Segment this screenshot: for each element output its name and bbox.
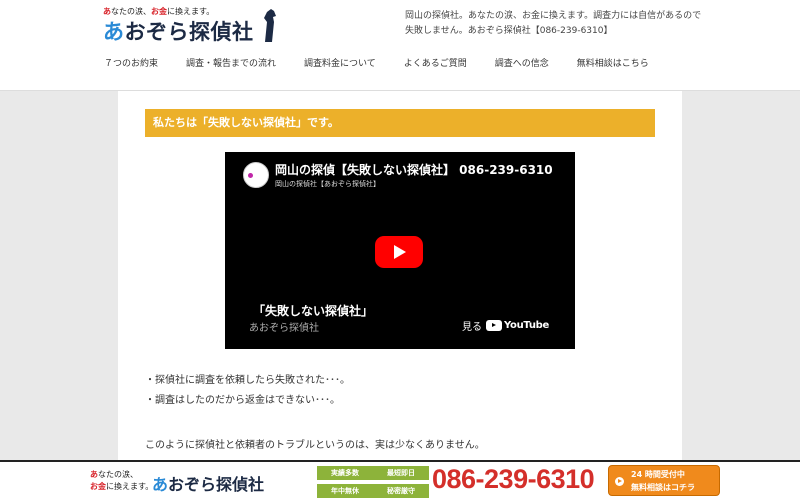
phone-number-link[interactable]: 086-239-6310: [432, 464, 595, 495]
site-header: あなたの涙、お金に換えます。 あおぞら探偵社 岡山の探偵社。あなたの涙、お金に換…: [0, 0, 800, 90]
bar-logo-name[interactable]: あおぞら探偵社: [152, 471, 264, 495]
cta-line-1: 24 時間受付中: [631, 470, 685, 479]
badge-many-results: 実績多数: [317, 466, 373, 480]
site-logo[interactable]: あなたの涙、お金に換えます。 あおぞら探偵社: [103, 6, 278, 46]
nav-item-flow[interactable]: 調査・報告までの流れ: [186, 54, 276, 74]
watch-on-youtube-link[interactable]: 見る YouTube: [462, 318, 549, 333]
nav-item-belief[interactable]: 調査への信念: [495, 54, 549, 74]
body-paragraph-1: ・探偵社に調査を依頼したら失敗された･･･。: [145, 375, 350, 386]
global-nav: ７つのお約束 調査・報告までの流れ 調査料金について よくあるご質問 調査への信…: [96, 54, 677, 74]
nav-item-faq[interactable]: よくあるご質問: [404, 54, 467, 74]
video-brand-text: あおぞら探偵社: [249, 323, 319, 334]
avatar-dot-icon: [248, 173, 253, 178]
bar-logo-tagline: あなたの涙、 お金に換えます。: [90, 470, 154, 491]
main-content: 私たちは「失敗しない探偵社」です。 岡山の探偵【失敗しない探偵社】 086-23…: [118, 91, 682, 460]
header-description: 岡山の探偵社。あなたの涙、お金に換えます。調査力には自信があるので失敗しません。…: [405, 11, 702, 36]
play-icon: [394, 245, 406, 259]
logo-name: あおぞら探偵社: [103, 20, 254, 44]
nav-item-promises[interactable]: ７つのお約束: [104, 54, 158, 74]
video-title[interactable]: 岡山の探偵【失敗しない探偵社】 086-239-6310: [275, 161, 553, 178]
fixed-contact-bar: あなたの涙、 お金に換えます。 あおぞら探偵社 実績多数 最短即日 年中無休 秘…: [0, 460, 800, 500]
free-consultation-button[interactable]: 24 時間受付中 無料相談はコチラ: [608, 465, 720, 496]
youtube-video-player[interactable]: 岡山の探偵【失敗しない探偵社】 086-239-6310 岡山の探偵社【あおぞら…: [225, 152, 575, 349]
watch-label: 見る: [462, 322, 482, 333]
body-paragraph-2: ・調査はしたのだから返金はできない･･･。: [145, 395, 340, 406]
badge-same-day: 最短即日: [373, 466, 429, 480]
cta-line-2: 無料相談はコチラ: [631, 483, 695, 492]
video-caption: 「失敗しない探偵社」: [253, 304, 374, 318]
nav-item-pricing[interactable]: 調査料金について: [304, 54, 376, 74]
channel-avatar[interactable]: [243, 162, 269, 188]
badge-confidential: 秘密厳守: [373, 484, 429, 498]
horse-icon: [264, 9, 276, 42]
youtube-logo-icon: [486, 320, 502, 331]
section-heading: 私たちは「失敗しない探偵社」です。: [145, 109, 655, 137]
video-channel-name[interactable]: 岡山の探偵社【あおぞら探偵社】: [275, 179, 380, 189]
body-paragraph-3: このように探偵社と依頼者のトラブルというのは、実は少なくありません。: [145, 440, 485, 451]
youtube-wordmark: YouTube: [504, 320, 549, 331]
arrow-right-icon: [615, 477, 624, 486]
play-button[interactable]: [375, 236, 423, 268]
nav-item-consultation[interactable]: 無料相談はこちら: [577, 54, 649, 74]
badge-open-all-year: 年中無休: [317, 484, 373, 498]
